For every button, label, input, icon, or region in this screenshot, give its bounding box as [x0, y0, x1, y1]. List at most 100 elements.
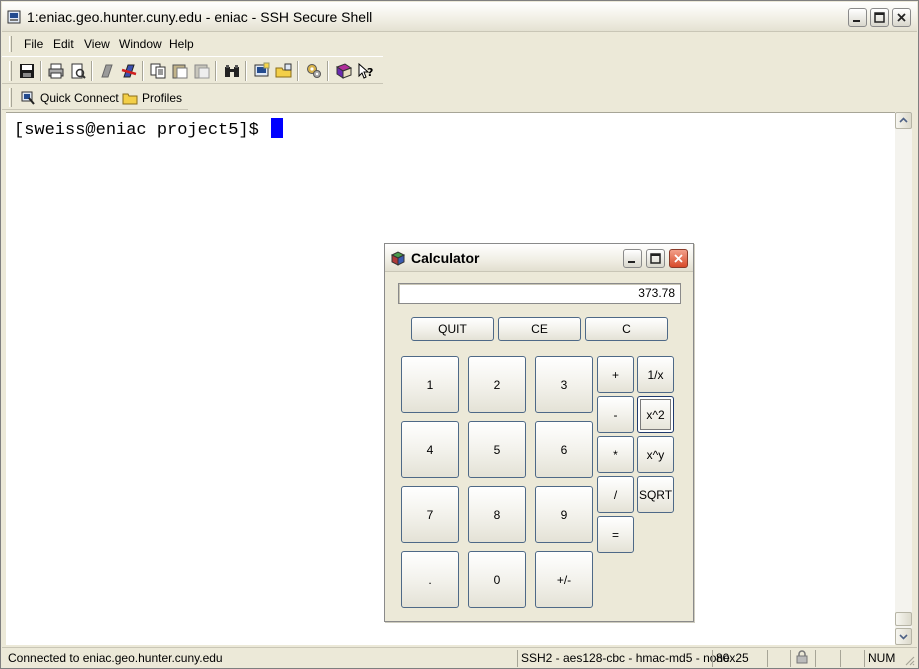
equals-button[interactable]: =: [597, 516, 634, 553]
copy-icon[interactable]: [148, 61, 168, 81]
function-label: x^2: [646, 407, 665, 422]
status-connection: Connected to eniac.geo.hunter.cuny.edu: [8, 651, 223, 665]
status-terminal-size: 80x25: [712, 650, 752, 667]
minimize-button[interactable]: [848, 8, 867, 27]
digit-1-button[interactable]: 1: [401, 356, 459, 413]
calculator-app-icon[interactable]: [390, 250, 406, 266]
digit-7-button[interactable]: 7: [401, 486, 459, 543]
new-terminal-icon[interactable]: [252, 61, 272, 81]
disconnect-icon[interactable]: [97, 61, 117, 81]
quick-connect-icon: [21, 91, 35, 105]
status-blank-3: [840, 650, 864, 667]
menu-edit[interactable]: Edit: [50, 36, 77, 52]
new-file-transfer-icon[interactable]: [274, 61, 294, 81]
digit-5-button[interactable]: 5: [468, 421, 526, 478]
calculator-close-button[interactable]: [669, 249, 688, 268]
settings-icon[interactable]: [304, 61, 324, 81]
chevron-up-icon: [899, 117, 908, 123]
profilesbar-grip[interactable]: [9, 88, 12, 107]
divide-button[interactable]: /: [597, 476, 634, 513]
calculator-minimize-button[interactable]: [623, 249, 642, 268]
menu-window[interactable]: Window: [116, 36, 165, 52]
svg-text:?: ?: [367, 66, 373, 79]
calculator-window: Calculator 373.78 QUIT CE C 1 2 3 4 5 6 …: [384, 243, 694, 622]
print-preview-icon[interactable]: [68, 61, 88, 81]
multiply-button[interactable]: *: [597, 436, 634, 473]
quit-label: QUIT: [438, 322, 467, 336]
add-button[interactable]: +: [597, 356, 634, 393]
maximize-button[interactable]: [870, 8, 889, 27]
terminal-prompt: [sweiss@eniac project5]$: [14, 121, 270, 140]
square-button[interactable]: x^2: [637, 396, 674, 433]
operator-label: =: [611, 527, 619, 542]
c-label: C: [622, 322, 631, 336]
menu-bar: File Edit View Window Help: [2, 33, 917, 55]
find-icon[interactable]: [222, 61, 242, 81]
terminal-prompt-line: [sweiss@eniac project5]$: [14, 118, 284, 140]
scroll-thumb[interactable]: [895, 612, 912, 626]
subtract-button[interactable]: -: [597, 396, 634, 433]
digit-6-button[interactable]: 6: [535, 421, 593, 478]
context-help-icon[interactable]: ?: [356, 61, 376, 81]
resize-grip[interactable]: [903, 654, 915, 666]
status-bar: Connected to eniac.geo.hunter.cuny.edu S…: [2, 647, 917, 668]
toolbar-separator: [40, 61, 42, 81]
decimal-point-button[interactable]: .: [401, 551, 459, 608]
close-button[interactable]: [892, 8, 911, 27]
operator-label: *: [613, 447, 618, 462]
reciprocal-button[interactable]: 1/x: [637, 356, 674, 393]
calculator-display: 373.78: [398, 283, 681, 304]
digit-label: 6: [560, 442, 568, 457]
digit-0-button[interactable]: 0: [468, 551, 526, 608]
menu-view[interactable]: View: [81, 36, 113, 52]
toolbar-separator: [91, 61, 93, 81]
menu-file[interactable]: File: [21, 36, 46, 52]
paste-icon[interactable]: [170, 61, 190, 81]
connect-icon[interactable]: [119, 61, 139, 81]
terminal-scrollbar[interactable]: [895, 112, 912, 645]
clear-entry-button[interactable]: CE: [498, 317, 581, 341]
menubar-grip[interactable]: [9, 36, 12, 52]
digit-4-button[interactable]: 4: [401, 421, 459, 478]
folder-icon: [122, 93, 138, 104]
ssh-titlebar[interactable]: 1:eniac.geo.hunter.cuny.edu - eniac - SS…: [2, 2, 917, 32]
calculator-maximize-button[interactable]: [646, 249, 665, 268]
digit-label: 4: [426, 442, 434, 457]
toolbar-separator: [327, 61, 329, 81]
toolbar-separator: [297, 61, 299, 81]
ssh-app-icon[interactable]: [7, 10, 21, 24]
digit-8-button[interactable]: 8: [468, 486, 526, 543]
scroll-up-button[interactable]: [895, 112, 912, 129]
digit-label: .: [428, 572, 432, 587]
digit-label: 3: [560, 377, 568, 392]
digit-label: +/-: [556, 572, 572, 587]
ce-label: CE: [531, 322, 548, 336]
negate-button[interactable]: +/-: [535, 551, 593, 608]
scroll-down-button[interactable]: [895, 628, 912, 645]
quick-connect-label: Quick Connect: [40, 90, 119, 105]
sqrt-button[interactable]: SQRT: [637, 476, 674, 513]
terminal-cursor: [271, 118, 284, 138]
function-label: SQRT: [638, 487, 673, 502]
menu-help[interactable]: Help: [166, 36, 197, 52]
profiles-button[interactable]: Profiles: [122, 87, 182, 108]
digit-2-button[interactable]: 2: [468, 356, 526, 413]
quit-button[interactable]: QUIT: [411, 317, 494, 341]
status-blank-1: [767, 650, 789, 667]
print-icon[interactable]: [46, 61, 66, 81]
function-label: x^y: [646, 447, 665, 462]
digit-label: 5: [493, 442, 501, 457]
paste-alt-icon[interactable]: [192, 61, 212, 81]
toolbar-grip[interactable]: [9, 61, 12, 81]
help-book-icon[interactable]: [334, 61, 354, 81]
operator-label: /: [613, 487, 618, 502]
quick-connect-button[interactable]: Quick Connect: [20, 87, 119, 108]
chevron-down-icon: [899, 634, 908, 640]
calculator-titlebar[interactable]: Calculator: [385, 244, 693, 272]
digit-3-button[interactable]: 3: [535, 356, 593, 413]
clear-button[interactable]: C: [585, 317, 668, 341]
save-icon[interactable]: [17, 61, 37, 81]
digit-9-button[interactable]: 9: [535, 486, 593, 543]
power-button[interactable]: x^y: [637, 436, 674, 473]
digit-label: 7: [426, 507, 434, 522]
